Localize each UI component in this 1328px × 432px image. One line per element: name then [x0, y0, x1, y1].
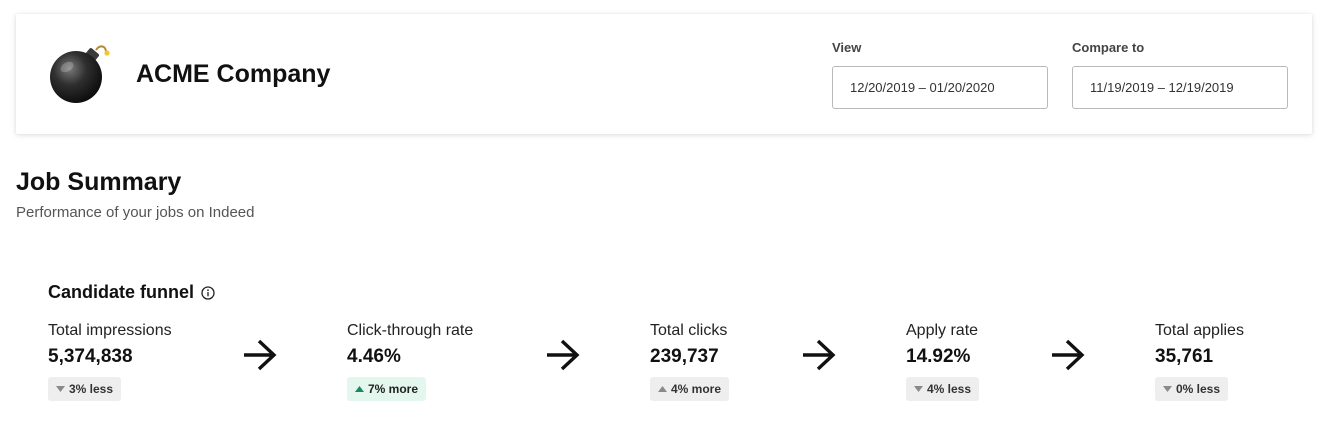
change-text: 7% more	[368, 382, 419, 396]
bomb-icon	[50, 45, 110, 103]
change-text: 3% less	[69, 382, 114, 396]
page-subtitle: Performance of your jobs on Indeed	[16, 204, 255, 221]
triangle-up-icon	[658, 386, 667, 392]
compare-date-group: Compare to	[1072, 40, 1288, 109]
triangle-up-icon	[355, 386, 364, 392]
metric-value: 239,737	[650, 346, 719, 367]
arrow-right-icon	[1052, 339, 1085, 371]
metric-label: Click-through rate	[347, 322, 474, 339]
metric-value: 35,761	[1155, 346, 1214, 367]
arrow-right-icon	[547, 339, 580, 371]
metric-value: 5,374,838	[48, 346, 133, 367]
metric-label: Apply rate	[906, 322, 979, 339]
change-text: 4% more	[671, 382, 722, 396]
metric-total-clicks: Total clicks 239,737 4% more	[650, 322, 730, 401]
change-text: 0% less	[1176, 382, 1221, 396]
view-date-input[interactable]	[832, 66, 1048, 109]
change-badge: 0% less	[1155, 377, 1229, 401]
metric-value: 4.46%	[347, 346, 401, 367]
triangle-down-icon	[56, 386, 65, 392]
info-icon[interactable]	[201, 285, 215, 300]
compare-date-input[interactable]	[1072, 66, 1288, 109]
change-badge: 4% more	[650, 377, 730, 401]
header-card: ACME Company View Compare to	[16, 14, 1312, 134]
page-title: Job Summary	[16, 168, 182, 196]
metric-label: Total clicks	[650, 322, 728, 339]
metric-value: 14.92%	[906, 346, 971, 367]
metric-label: Total applies	[1155, 322, 1244, 339]
metric-apply-rate: Apply rate 14.92% 4% less	[906, 322, 980, 401]
view-date-group: View	[832, 40, 1048, 109]
compare-label: Compare to	[1072, 40, 1145, 55]
funnel-title: Candidate funnel	[48, 282, 215, 303]
view-label: View	[832, 40, 862, 55]
funnel-title-text: Candidate funnel	[48, 282, 195, 302]
change-badge: 3% less	[48, 377, 122, 401]
metric-total-impressions: Total impressions 5,374,838 3% less	[48, 322, 172, 401]
metric-total-applies: Total applies 35,761 0% less	[1155, 322, 1244, 401]
arrow-right-icon	[803, 339, 836, 371]
change-text: 4% less	[927, 382, 972, 396]
triangle-down-icon	[1163, 386, 1172, 392]
arrow-right-icon	[244, 339, 277, 371]
metric-click-through-rate: Click-through rate 4.46% 7% more	[347, 322, 473, 401]
triangle-down-icon	[914, 386, 923, 392]
change-badge: 4% less	[906, 377, 980, 401]
company-name: ACME Company	[136, 60, 331, 88]
metric-label: Total impressions	[48, 322, 172, 339]
change-badge: 7% more	[347, 377, 427, 401]
